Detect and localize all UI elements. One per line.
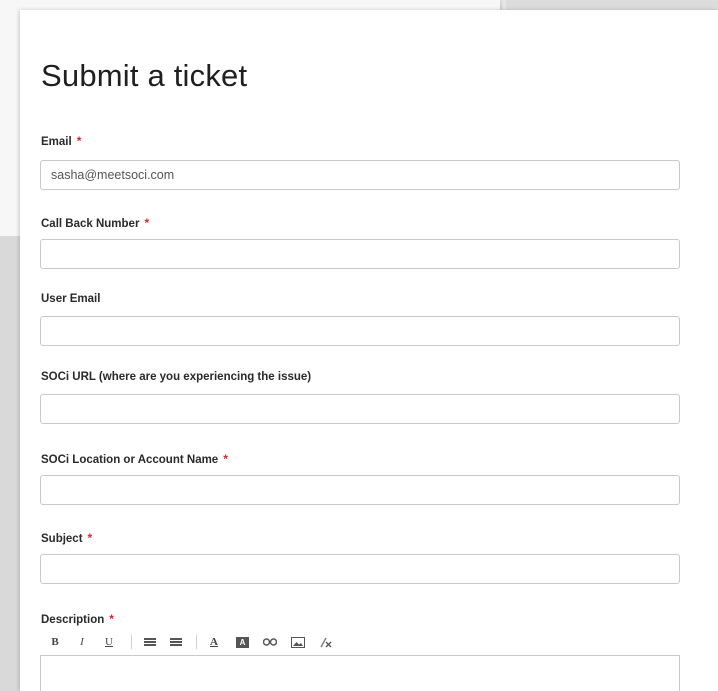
call-back-number-label: Call Back Number *	[41, 216, 149, 230]
background-card-right	[506, 0, 718, 10]
email-label-text: Email	[41, 136, 72, 148]
font-color-icon[interactable]: A	[209, 636, 219, 648]
subject-label: Subject *	[41, 531, 92, 545]
required-marker: *	[144, 216, 150, 230]
italic-icon[interactable]: I	[77, 636, 87, 648]
soci-location-field[interactable]	[40, 475, 680, 505]
page-title: Submit a ticket	[41, 58, 248, 93]
soci-url-label-text: SOCi URL (where are you experiencing the…	[41, 371, 312, 383]
email-field[interactable]	[40, 160, 680, 190]
description-editor[interactable]	[40, 655, 680, 691]
subject-field[interactable]	[40, 554, 680, 584]
user-email-label: User Email	[41, 293, 100, 305]
bulleted-list-icon[interactable]	[144, 638, 156, 646]
soci-location-label: SOCi Location or Account Name *	[41, 452, 228, 466]
required-marker: *	[223, 452, 228, 466]
soci-url-field[interactable]	[40, 394, 680, 424]
email-label: Email *	[41, 134, 81, 148]
clear-formatting-icon[interactable]	[319, 637, 332, 648]
description-label: Description *	[41, 612, 114, 626]
toolbar-divider	[196, 635, 197, 649]
required-marker: *	[109, 612, 114, 626]
user-email-label-text: User Email	[41, 293, 101, 305]
link-icon[interactable]	[263, 637, 277, 647]
user-email-field[interactable]	[40, 316, 680, 346]
required-marker: *	[87, 531, 93, 545]
soci-url-label: SOCi URL (where are you experiencing the…	[41, 371, 311, 383]
description-toolbar: B I U A A	[40, 628, 680, 656]
underline-icon[interactable]: U	[104, 636, 114, 648]
call-back-number-label-text: Call Back Number	[41, 218, 140, 230]
subject-label-text: Subject	[41, 533, 83, 545]
image-icon[interactable]	[291, 636, 305, 648]
ticket-form-panel	[20, 10, 718, 691]
required-marker: *	[76, 134, 82, 148]
background-strip	[0, 236, 20, 691]
numbered-list-icon[interactable]	[170, 638, 182, 646]
description-label-text: Description	[41, 614, 105, 626]
toolbar-divider	[131, 635, 132, 649]
background-color-icon[interactable]: A	[236, 636, 249, 648]
bold-icon[interactable]: B	[50, 636, 60, 648]
soci-location-label-text: SOCi Location or Account Name	[41, 454, 219, 466]
call-back-number-field[interactable]	[40, 239, 680, 269]
